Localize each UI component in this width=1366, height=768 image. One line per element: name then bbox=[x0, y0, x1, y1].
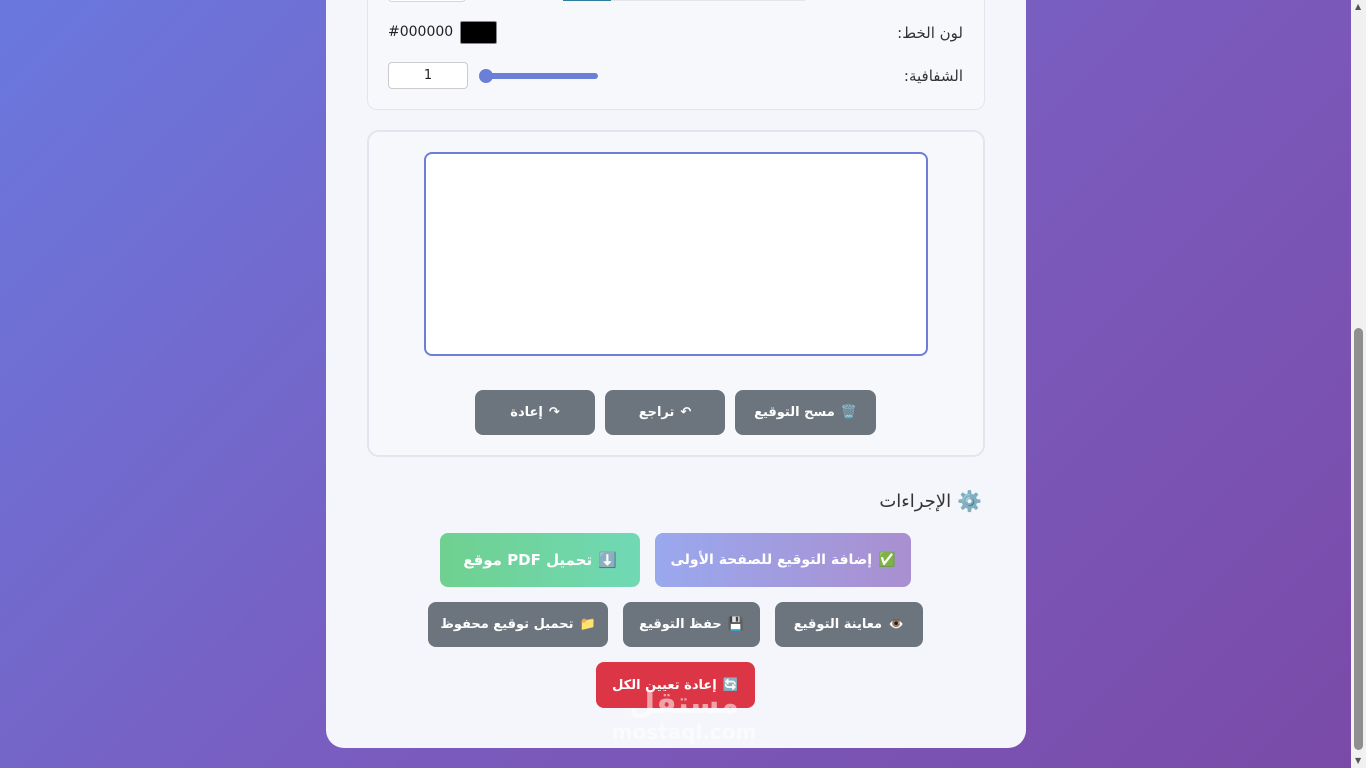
floppy-disk-icon: 💾 bbox=[727, 617, 744, 632]
signature-canvas[interactable] bbox=[424, 152, 928, 356]
preview-signature-label: معاينة التوقيع bbox=[793, 617, 883, 632]
opacity-slider-thumb[interactable] bbox=[479, 69, 493, 83]
undo-button[interactable]: ↶ تراجع bbox=[605, 390, 725, 435]
opacity-input[interactable]: 1 bbox=[388, 62, 468, 89]
redo-icon: ↷ bbox=[548, 405, 560, 420]
clear-signature-label: مسح التوقيع bbox=[754, 405, 835, 420]
line-color-hex: #000000 bbox=[388, 24, 454, 40]
load-saved-signature-label: تحميل توقيع محفوظ bbox=[440, 617, 574, 632]
watermark-latin: mostaql.com bbox=[611, 720, 757, 744]
preview-signature-button[interactable]: 👁️ معاينة التوقيع bbox=[775, 602, 923, 647]
settings-panel bbox=[367, 0, 985, 110]
save-signature-button[interactable]: 💾 حفظ التوقيع bbox=[623, 602, 760, 647]
line-width-input[interactable] bbox=[388, 0, 466, 2]
undo-icon: ↶ bbox=[680, 405, 692, 420]
download-signed-pdf-button[interactable]: ⬇️ تحميل PDF موقع bbox=[440, 533, 640, 587]
scrollbar-thumb[interactable] bbox=[1354, 328, 1363, 750]
line-color-label: لون الخط: bbox=[897, 24, 963, 42]
watermark: مستقل mostaql.com bbox=[600, 686, 768, 745]
opacity-slider[interactable] bbox=[480, 73, 598, 79]
actions-title: الإجراءات bbox=[879, 490, 952, 512]
redo-label: إعادة bbox=[510, 405, 543, 420]
watermark-arabic: مستقل bbox=[629, 686, 739, 721]
scroll-down-arrow-icon[interactable]: ▼ bbox=[1355, 756, 1361, 765]
add-signature-first-page-button[interactable]: ✅ إضافة التوقيع للصفحة الأولى bbox=[655, 533, 911, 587]
folder-icon: 📁 bbox=[579, 617, 596, 632]
download-signed-pdf-label: تحميل PDF موقع bbox=[463, 551, 593, 569]
check-icon: ✅ bbox=[878, 552, 896, 568]
redo-button[interactable]: ↷ إعادة bbox=[475, 390, 595, 435]
trash-icon: 🗑️ bbox=[840, 405, 857, 420]
actions-heading: ⚙️ الإجراءات bbox=[879, 489, 982, 513]
load-saved-signature-button[interactable]: 📁 تحميل توقيع محفوظ bbox=[428, 602, 608, 647]
line-width-slider-fill bbox=[563, 0, 611, 1]
opacity-label: الشفافية: bbox=[903, 67, 963, 85]
gear-icon: ⚙️ bbox=[957, 489, 982, 513]
add-signature-first-page-label: إضافة التوقيع للصفحة الأولى bbox=[670, 552, 873, 568]
undo-label: تراجع bbox=[638, 405, 675, 420]
line-color-picker[interactable] bbox=[460, 21, 497, 44]
eye-icon: 👁️ bbox=[888, 617, 905, 632]
scroll-up-arrow-icon[interactable]: ▲ bbox=[1355, 2, 1361, 11]
download-icon: ⬇️ bbox=[598, 551, 617, 569]
save-signature-label: حفظ التوقيع bbox=[639, 617, 722, 632]
clear-signature-button[interactable]: 🗑️ مسح التوقيع bbox=[735, 390, 876, 435]
